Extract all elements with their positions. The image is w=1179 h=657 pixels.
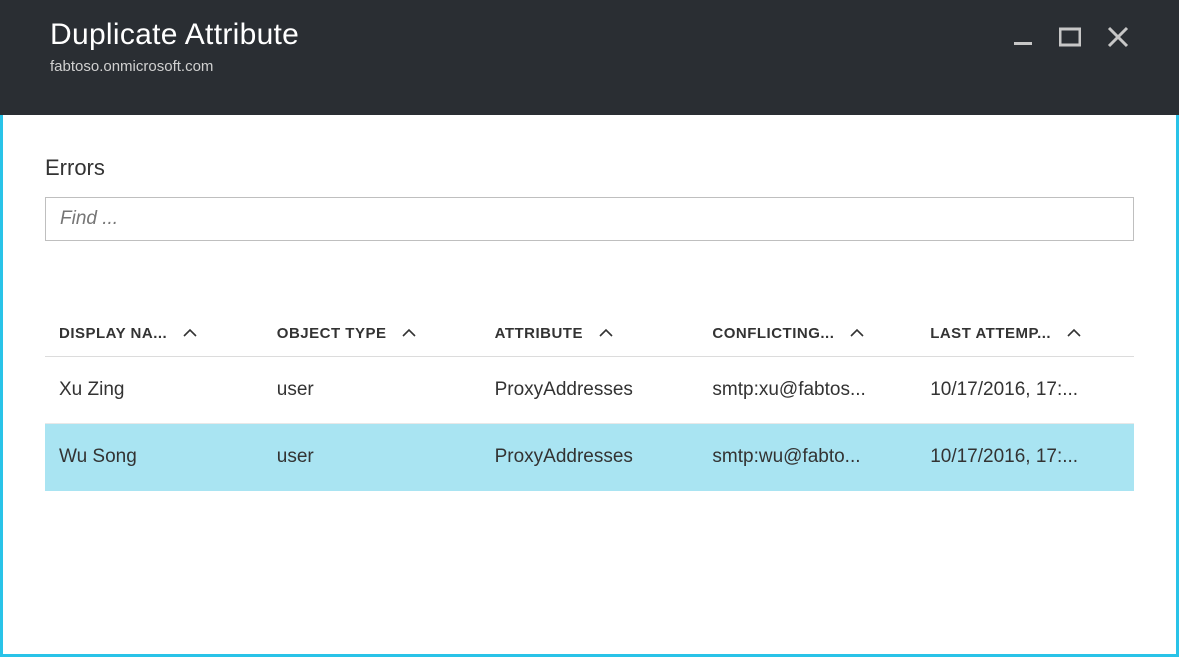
column-label: ATTRIBUTE [495, 325, 583, 342]
table-row[interactable]: Wu Song user ProxyAddresses smtp:wu@fabt… [45, 424, 1134, 491]
table-row[interactable]: Xu Zing user ProxyAddresses smtp:xu@fabt… [45, 357, 1134, 424]
table-area: DISPLAY NA... OBJECT TYPE [45, 311, 1134, 491]
column-label: DISPLAY NA... [59, 325, 167, 342]
maximize-button[interactable] [1059, 27, 1081, 47]
column-header-attribute[interactable]: ATTRIBUTE [481, 311, 699, 357]
search-input[interactable] [45, 197, 1134, 241]
column-header-conflicting[interactable]: CONFLICTING... [698, 311, 916, 357]
sort-up-icon [402, 325, 416, 342]
cell-object-type: user [263, 424, 481, 491]
minimize-icon [1013, 27, 1033, 47]
cell-display-name: Xu Zing [45, 357, 263, 424]
cell-conflicting: smtp:xu@fabtos... [698, 357, 916, 424]
close-button[interactable] [1107, 26, 1129, 48]
maximize-icon [1059, 27, 1081, 47]
minimize-button[interactable] [1013, 27, 1033, 47]
column-header-object-type[interactable]: OBJECT TYPE [263, 311, 481, 357]
column-label: OBJECT TYPE [277, 325, 387, 342]
content-wrapper: Errors DISPLAY NA... [0, 115, 1179, 657]
header-left: Duplicate Attribute fabtoso.onmicrosoft.… [50, 18, 299, 75]
content: Errors DISPLAY NA... [3, 115, 1176, 491]
window-controls [1013, 18, 1129, 48]
header: Duplicate Attribute fabtoso.onmicrosoft.… [0, 0, 1179, 115]
page-subtitle: fabtoso.onmicrosoft.com [50, 58, 299, 75]
close-icon [1107, 26, 1129, 48]
cell-attribute: ProxyAddresses [481, 424, 699, 491]
page-title: Duplicate Attribute [50, 18, 299, 52]
table-body: Xu Zing user ProxyAddresses smtp:xu@fabt… [45, 357, 1134, 491]
sort-up-icon [599, 325, 613, 342]
sort-up-icon [850, 325, 864, 342]
column-header-last-attempt[interactable]: LAST ATTEMP... [916, 311, 1134, 357]
column-label: LAST ATTEMP... [930, 325, 1051, 342]
cell-object-type: user [263, 357, 481, 424]
column-label: CONFLICTING... [712, 325, 834, 342]
section-title: Errors [45, 155, 1134, 181]
cell-last-attempt: 10/17/2016, 17:... [916, 424, 1134, 491]
errors-table: DISPLAY NA... OBJECT TYPE [45, 311, 1134, 491]
window: Duplicate Attribute fabtoso.onmicrosoft.… [0, 0, 1179, 657]
sort-up-icon [1067, 325, 1081, 342]
cell-conflicting: smtp:wu@fabto... [698, 424, 916, 491]
table-header-row: DISPLAY NA... OBJECT TYPE [45, 311, 1134, 357]
cell-attribute: ProxyAddresses [481, 357, 699, 424]
cell-display-name: Wu Song [45, 424, 263, 491]
column-header-display-name[interactable]: DISPLAY NA... [45, 311, 263, 357]
sort-up-icon [183, 325, 197, 342]
cell-last-attempt: 10/17/2016, 17:... [916, 357, 1134, 424]
